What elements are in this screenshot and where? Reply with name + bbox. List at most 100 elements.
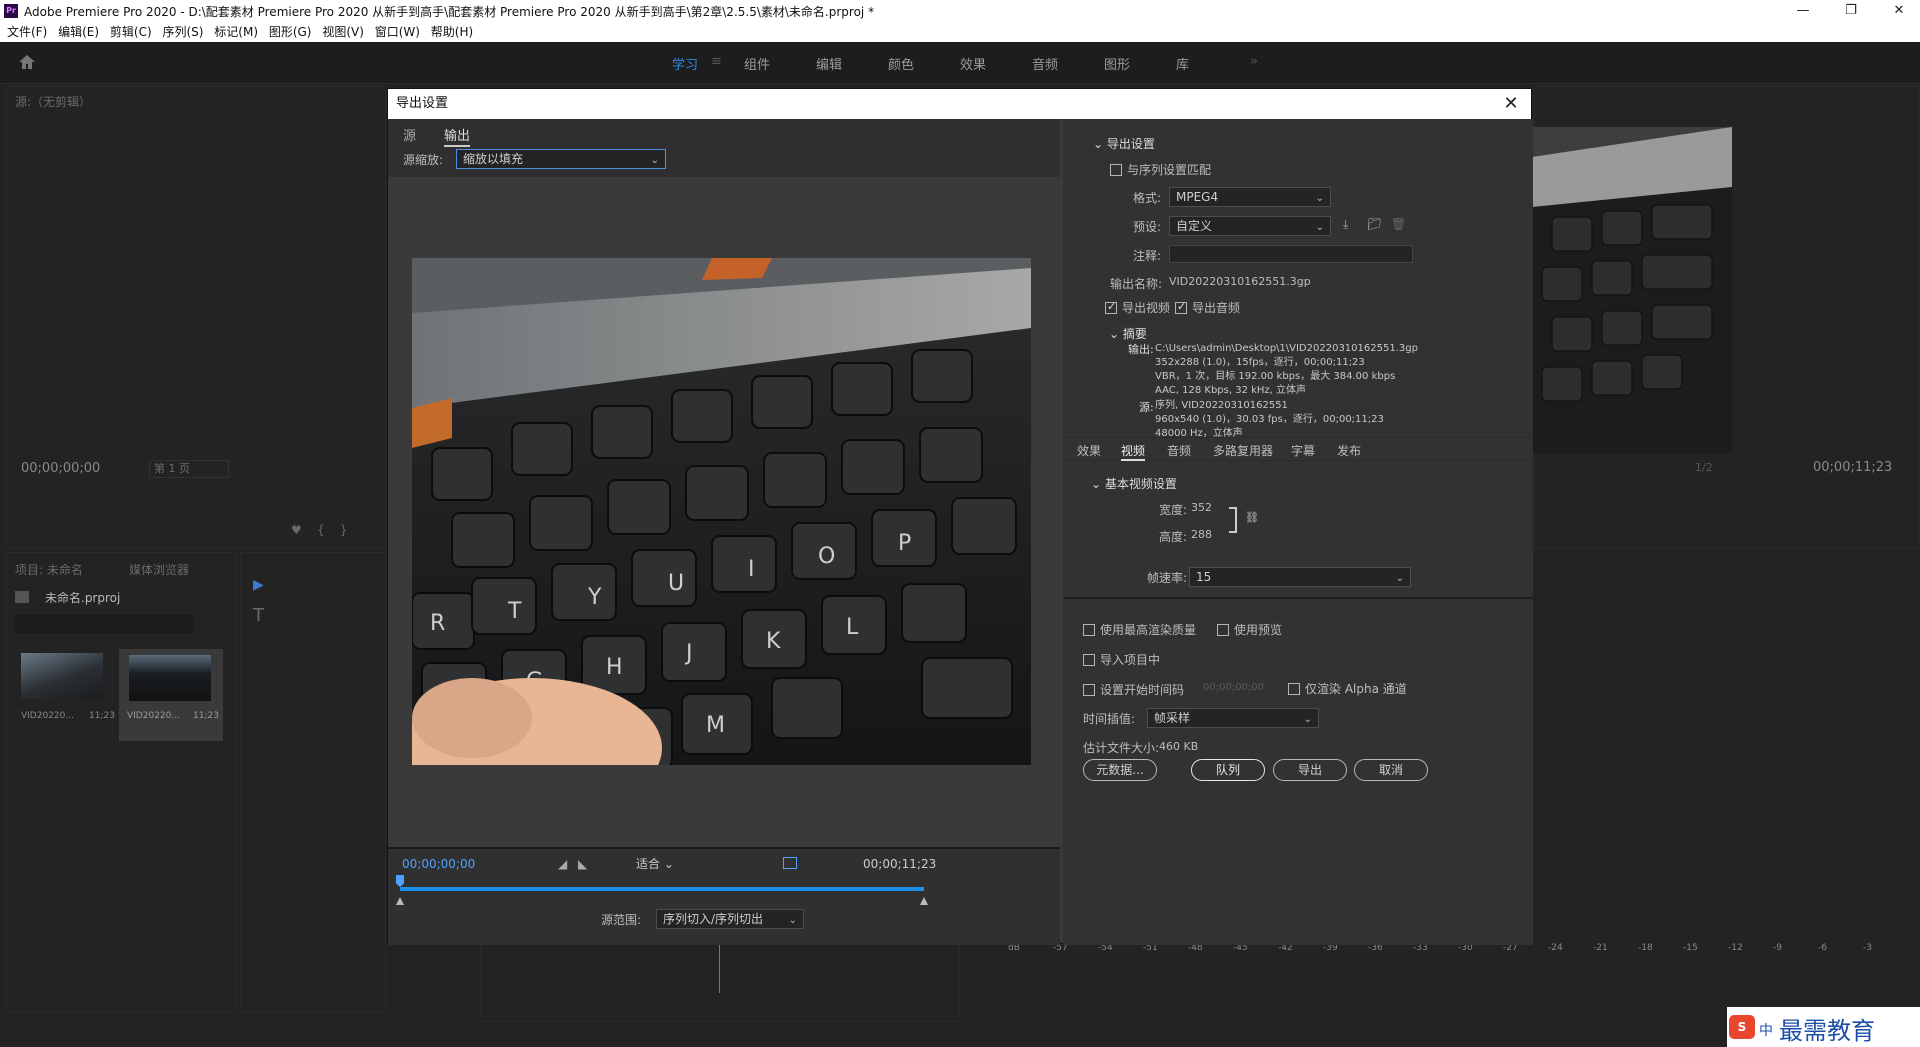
workspace-tab-audio[interactable]: 音频 — [1032, 54, 1058, 73]
export-video-checkbox[interactable]: 导出视频 — [1105, 299, 1170, 316]
import-preset-icon[interactable]: 📁︎ — [1367, 217, 1382, 231]
clip-name-1: VID20220... — [21, 711, 74, 721]
project-tab[interactable]: 项目: 未命名 — [15, 561, 83, 578]
menu-file[interactable]: 文件(F) — [7, 22, 47, 42]
menu-clip[interactable]: 剪辑(C) — [110, 22, 152, 42]
height-value[interactable]: 288 — [1191, 528, 1212, 541]
menu-window[interactable]: 窗口(W) — [375, 22, 420, 42]
meter-tick-label: -15 — [1683, 943, 1698, 953]
cancel-button[interactable]: 取消 — [1354, 759, 1428, 781]
source-transport-controls[interactable]: ♥ { } — [291, 523, 348, 537]
home-icon[interactable] — [18, 54, 36, 70]
workspace-tab-assembly[interactable]: 组件 — [744, 54, 770, 73]
max-render-quality-label: 使用最高渲染质量 — [1100, 623, 1197, 637]
source-range-value: 序列切入/序列切出 — [663, 912, 764, 926]
tab-output[interactable]: 输出 — [444, 125, 471, 147]
workspace-tab-color[interactable]: 颜色 — [888, 54, 914, 73]
dialog-close-button[interactable]: ✕ — [1497, 89, 1525, 119]
playhead-handle[interactable] — [396, 875, 404, 887]
range-out-handle[interactable] — [920, 897, 928, 905]
export-audio-checkbox[interactable]: 导出音频 — [1175, 299, 1240, 316]
divider — [1063, 597, 1533, 599]
format-dropdown[interactable]: MPEG4 ⌄ — [1169, 187, 1331, 207]
export-button[interactable]: 导出 — [1273, 759, 1347, 781]
workspace-overflow-icon[interactable]: » — [1250, 54, 1258, 69]
workspace-menu-icon[interactable]: ≡ — [711, 54, 722, 69]
range-in-handle[interactable] — [396, 897, 404, 905]
menu-sequence[interactable]: 序列(S) — [162, 22, 203, 42]
workspace-tab-learn[interactable]: 学习 — [672, 54, 698, 73]
selection-tool-icon[interactable]: ▶ — [253, 577, 264, 593]
clip-duration-1: 11;23 — [89, 711, 115, 721]
menu-graphics[interactable]: 图形(G) — [269, 22, 312, 42]
mark-in-icon[interactable]: ◢ — [558, 857, 567, 871]
metadata-button[interactable]: 元数据... — [1083, 759, 1157, 781]
match-sequence-checkbox[interactable]: 与序列设置匹配 — [1110, 161, 1211, 178]
fit-dropdown[interactable]: 适合 ⌄ — [636, 855, 690, 873]
program-zoom-dropdown[interactable]: 1/2 — [1695, 461, 1713, 474]
output-name-link[interactable]: VID20220310162551.3gp — [1169, 275, 1311, 288]
workspace-tab-effects[interactable]: 效果 — [960, 54, 986, 73]
workspace-tab-editing[interactable]: 编辑 — [816, 54, 842, 73]
format-label: 格式: — [1133, 191, 1162, 205]
import-project-checkbox[interactable]: 导入项目中 — [1083, 651, 1160, 668]
menu-markers[interactable]: 标记(M) — [214, 22, 258, 42]
summary-output-line: VBR，1 次，目标 192.00 kbps，最大 384.00 kbps — [1155, 371, 1396, 382]
time-interpolation-dropdown[interactable]: 帧采样 ⌄ — [1147, 708, 1319, 728]
use-preview-checkbox[interactable]: 使用预览 — [1217, 621, 1282, 638]
menu-view[interactable]: 视图(V) — [322, 22, 364, 42]
project-search-input[interactable] — [15, 615, 193, 633]
width-value[interactable]: 352 — [1191, 501, 1212, 514]
timecode-in[interactable]: 00;00;00;00 — [402, 857, 475, 871]
media-browser-tab[interactable]: 媒体浏览器 — [129, 561, 189, 578]
match-sequence-label: 与序列设置匹配 — [1127, 163, 1212, 177]
window-title: Adobe Premiere Pro 2020 - D:\配套素材 Premie… — [24, 5, 875, 19]
delete-preset-icon[interactable]: 🗑︎ — [1391, 217, 1406, 231]
svg-text:U: U — [668, 571, 684, 596]
workspace-tab-libraries[interactable]: 库 — [1176, 54, 1189, 73]
summary-header[interactable]: ⌄ 摘要 — [1109, 325, 1147, 342]
menu-edit[interactable]: 编辑(E) — [58, 22, 99, 42]
mark-out-icon[interactable]: ◣ — [578, 857, 587, 871]
tab-multiplexer[interactable]: 多路复用器 — [1213, 442, 1273, 459]
source-range-dropdown[interactable]: 序列切入/序列切出 ⌄ — [656, 909, 804, 929]
source-page-dropdown[interactable]: 第 1 页 — [149, 460, 229, 478]
queue-button[interactable]: 队列 — [1191, 759, 1265, 781]
project-item-2[interactable]: VID20220... 11;23 — [119, 649, 223, 741]
close-window-button[interactable]: ✕ — [1879, 0, 1919, 22]
type-tool-icon[interactable]: T — [253, 605, 264, 626]
source-monitor-panel: 源:（无剪辑） 00;00;00;00 第 1 页 ♥ { } — [6, 86, 386, 548]
work-area-bar[interactable] — [400, 887, 924, 891]
export-settings-header[interactable]: ⌄ 导出设置 — [1093, 135, 1155, 152]
restore-button[interactable]: ❐ — [1831, 0, 1871, 22]
width-label: 宽度: — [1159, 503, 1188, 517]
minimize-button[interactable]: — — [1783, 0, 1823, 22]
alpha-only-checkbox[interactable]: 仅渲染 Alpha 通道 — [1288, 680, 1407, 697]
tab-captions[interactable]: 字幕 — [1291, 442, 1315, 459]
aspect-correction-icon[interactable] — [783, 857, 797, 869]
workspace-tab-graphics[interactable]: 图形 — [1104, 54, 1130, 73]
export-settings-dialog: 导出设置 ✕ 源 输出 源缩放: 缩放以填充 ⌄ R T Y U I O P H… — [387, 88, 1533, 945]
checkbox-icon — [1175, 300, 1187, 314]
checkbox-icon — [1083, 684, 1095, 696]
constrain-link-icon[interactable]: ⛓︎ — [1245, 511, 1259, 524]
frame-rate-dropdown[interactable]: 15 ⌄ — [1189, 567, 1411, 587]
save-preset-icon[interactable]: ⤓ — [1343, 217, 1348, 232]
menu-help[interactable]: 帮助(H) — [431, 22, 473, 42]
source-scale-dropdown[interactable]: 缩放以填充 ⌄ — [456, 149, 666, 169]
window-title-bar: Pr Adobe Premiere Pro 2020 - D:\配套素材 Pre… — [0, 0, 1920, 22]
tab-source[interactable]: 源 — [403, 125, 416, 144]
tab-video[interactable]: 视频 — [1121, 442, 1146, 461]
clip-duration-2: 11;23 — [193, 711, 219, 721]
project-item-1[interactable]: VID20220... 11;23 — [21, 653, 117, 741]
tab-audio[interactable]: 音频 — [1167, 442, 1191, 459]
set-start-timecode-checkbox[interactable]: 设置开始时间码 — [1083, 681, 1184, 698]
basic-video-header[interactable]: ⌄ 基本视频设置 — [1091, 475, 1177, 492]
comment-input[interactable] — [1169, 245, 1413, 263]
tab-publish[interactable]: 发布 — [1337, 442, 1361, 459]
summary-output-label: 输出: — [1128, 343, 1154, 356]
max-render-quality-checkbox[interactable]: 使用最高渲染质量 — [1083, 621, 1196, 638]
preset-dropdown[interactable]: 自定义 ⌄ — [1169, 216, 1331, 236]
dialog-title: 导出设置 — [388, 89, 1531, 119]
tab-effects[interactable]: 效果 — [1077, 442, 1101, 459]
